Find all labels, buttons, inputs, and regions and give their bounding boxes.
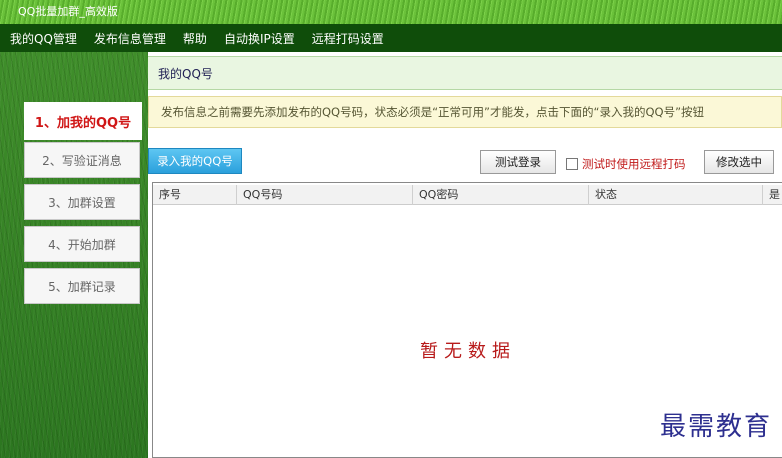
menu-help[interactable]: 帮助 [183, 30, 207, 47]
notice-banner: 发布信息之前需要先添加发布的QQ号码，状态必须是“正常可用”才能发，点击下面的“… [148, 96, 782, 128]
sidebar-item-add-qq[interactable]: 1、加我的QQ号 [24, 102, 142, 140]
menu-my-qq[interactable]: 我的QQ管理 [10, 30, 77, 47]
menu-auto-ip[interactable]: 自动换IP设置 [224, 30, 295, 47]
empty-state-text: 暂无数据 [420, 341, 516, 362]
sidebar-item-start-join[interactable]: 4、开始加群 [24, 226, 140, 262]
edit-selected-button[interactable]: 修改选中 [704, 150, 774, 174]
sidebar-item-verify-message[interactable]: 2、写验证消息 [24, 142, 140, 178]
column-header-status[interactable]: 状态 [589, 185, 763, 205]
menu-publish-info[interactable]: 发布信息管理 [94, 30, 166, 47]
column-header-extra[interactable]: 是 [763, 185, 782, 205]
test-login-button[interactable]: 测试登录 [480, 150, 556, 174]
sidebar-item-group-settings[interactable]: 3、加群设置 [24, 184, 140, 220]
sidebar: 1、加我的QQ号 2、写验证消息 3、加群设置 4、开始加群 5、加群记录 [0, 52, 148, 458]
column-header-qq-number[interactable]: QQ号码 [237, 185, 413, 205]
sidebar-item-join-records[interactable]: 5、加群记录 [24, 268, 140, 304]
menu-bar: 我的QQ管理 发布信息管理 帮助 自动换IP设置 远程打码设置 [0, 24, 782, 52]
remote-captcha-label: 测试时使用远程打码 [582, 157, 686, 171]
remote-captcha-checkbox[interactable] [566, 158, 578, 170]
main-panel: 我的QQ号 发布信息之前需要先添加发布的QQ号码，状态必须是“正常可用”才能发，… [148, 52, 782, 458]
column-header-qq-password[interactable]: QQ密码 [413, 185, 589, 205]
watermark-text: 最需教育 [660, 412, 773, 442]
menu-remote-captcha[interactable]: 远程打码设置 [312, 30, 384, 47]
column-header-index[interactable]: 序号 [153, 185, 237, 205]
table-header: 序号 QQ号码 QQ密码 状态 是 [153, 185, 782, 205]
window-title: QQ批量加群_高效版 [0, 0, 782, 24]
add-my-qq-button[interactable]: 录入我的QQ号 [148, 148, 242, 174]
section-title: 我的QQ号 [148, 56, 782, 90]
